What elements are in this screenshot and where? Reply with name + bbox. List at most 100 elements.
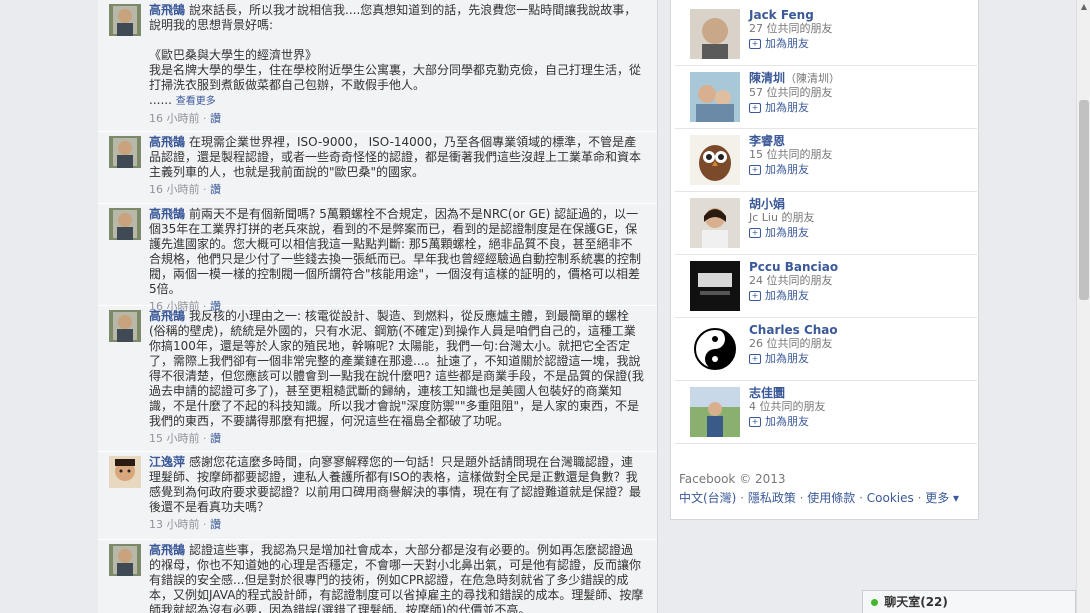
footer-links: 中文(台灣) · 隱私政策 · 使用條款 · Cookies · 更多 ▾: [679, 489, 974, 508]
mutual-friends[interactable]: 27 位共同的朋友: [749, 22, 974, 36]
add-friend-label: 加為朋友: [765, 37, 809, 50]
copyright: Facebook © 2013: [679, 472, 786, 486]
comment-time[interactable]: 16 小時前: [149, 183, 200, 196]
scrollbar-thumb[interactable]: [1079, 100, 1089, 300]
add-friend-button[interactable]: + 加為朋友: [749, 352, 974, 366]
add-friend-icon: +: [749, 291, 761, 301]
chat-label: 聊天室: [884, 595, 921, 609]
avatar[interactable]: [109, 310, 141, 342]
like-link[interactable]: 讚: [210, 112, 221, 125]
friend-name[interactable]: 志佳圜: [749, 386, 785, 400]
comment-text: 感謝您花這麼多時間，向寥寥解釋您的一句話！只是題外話請問現在台灣職認證，連理髮師…: [149, 455, 642, 514]
online-dot-icon: [871, 599, 878, 606]
comment-author[interactable]: 高飛鵠: [149, 207, 185, 221]
mutual-friends[interactable]: 24 位共同的朋友: [749, 274, 974, 288]
separator: ·: [855, 491, 867, 505]
friend-name[interactable]: Pccu Banciao: [749, 260, 838, 274]
privacy-link[interactable]: 隱私政策: [748, 491, 796, 505]
add-friend-icon: +: [749, 103, 761, 113]
avatar[interactable]: [109, 136, 141, 168]
add-friend-button[interactable]: + 加為朋友: [749, 226, 974, 240]
add-friend-label: 加為朋友: [765, 163, 809, 176]
like-link[interactable]: 讚: [210, 183, 221, 196]
friend-suggestion: 陳清圳（陳清圳） 57 位共同的朋友 + 加為朋友: [675, 67, 977, 129]
comment-feed: 高飛鵠 說來話長，所以我才說相信我....您真想知道到的話，先浪費您一點時間讓我說…: [98, 0, 658, 613]
comment-time[interactable]: 13 小時前: [149, 518, 200, 531]
add-friend-label: 加為朋友: [765, 415, 809, 428]
comment-author[interactable]: 江逸萍: [149, 455, 185, 469]
add-friend-label: 加為朋友: [765, 101, 809, 114]
friend-photo[interactable]: [690, 261, 740, 311]
add-friend-button[interactable]: + 加為朋友: [749, 415, 974, 429]
friend-name[interactable]: Jack Feng: [749, 8, 814, 22]
more-menu[interactable]: 更多 ▾: [925, 491, 959, 505]
like-link[interactable]: 讚: [210, 432, 221, 445]
friend-photo[interactable]: [690, 324, 740, 374]
avatar[interactable]: [109, 456, 141, 488]
scroll-up-icon[interactable]: ▲: [1077, 0, 1090, 14]
friend-photo[interactable]: [690, 198, 740, 248]
comment-time[interactable]: 16 小時前: [149, 112, 200, 125]
friend-name[interactable]: 陳清圳: [749, 71, 785, 85]
comment-author[interactable]: 高飛鵠: [149, 309, 185, 323]
friend-photo[interactable]: [690, 387, 740, 437]
friend-suggestion: 志佳圜 4 位共同的朋友 + 加為朋友: [675, 382, 977, 444]
friend-suggestion: Pccu Banciao 24 位共同的朋友 + 加為朋友: [675, 256, 977, 318]
avatar[interactable]: [109, 4, 141, 36]
comment: 高飛鵠 說來話長，所以我才說相信我....您真想知道到的話，先浪費您一點時間讓我說…: [98, 0, 657, 132]
add-friend-label: 加為朋友: [765, 226, 809, 239]
like-link[interactable]: 讚: [210, 518, 221, 531]
add-friend-icon: +: [749, 354, 761, 364]
friend-name[interactable]: 李睿恩: [749, 134, 785, 148]
add-friend-button[interactable]: + 加為朋友: [749, 289, 974, 303]
comment-author[interactable]: 高飛鵠: [149, 543, 185, 557]
separator: ·: [795, 491, 808, 505]
page-scrollbar[interactable]: ▲: [1076, 0, 1090, 613]
friend-suggestion: Charles Chao 26 位共同的朋友 + 加為朋友: [675, 319, 977, 381]
mutual-friends[interactable]: 57 位共同的朋友: [749, 86, 974, 100]
friend-name[interactable]: 胡小娟: [749, 197, 785, 211]
comment-author[interactable]: 高飛鵠: [149, 135, 185, 149]
comment-meta: 13 小時前 · 讚: [149, 518, 221, 531]
mutual-friends[interactable]: Jc Liu 的朋友: [749, 211, 974, 225]
see-more-link[interactable]: 查看更多: [176, 96, 216, 107]
comment-text: 我反核的小理由之一: 核電從設計、製造、到燃料，從反應爐主體，到最簡單的螺栓(俗…: [149, 309, 644, 428]
chat-count: (22): [920, 595, 948, 609]
comment: 江逸萍 感謝您花這麼多時間，向寥寥解釋您的一句話！只是題外話請問現在台灣職認證，連…: [98, 452, 657, 540]
friend-suggestion: 胡小娟 Jc Liu 的朋友 + 加為朋友: [675, 193, 977, 255]
comment-text: 說來話長，所以我才說相信我....您真想知道到的話，先浪費您一點時間讓我說故事，…: [149, 3, 642, 107]
comment: 高飛鵠 在現需企業世界裡，ISO-9000， ISO-14000，乃至各個專業領域…: [98, 132, 657, 204]
mutual-friends[interactable]: 26 位共同的朋友: [749, 337, 974, 351]
friend-suggestion: Jack Feng 27 位共同的朋友 + 加為朋友: [675, 4, 977, 66]
add-friend-button[interactable]: + 加為朋友: [749, 163, 974, 177]
add-friend-button[interactable]: + 加為朋友: [749, 37, 974, 51]
friend-photo[interactable]: [690, 72, 740, 122]
separator: ·: [913, 491, 926, 505]
add-friend-icon: +: [749, 39, 761, 49]
add-friend-icon: +: [749, 228, 761, 238]
comment-author[interactable]: 高飛鵠: [149, 3, 185, 17]
comment: 高飛鵠 前兩天不是有個新聞嗎? 5萬顆螺栓不合規定，因為不是NRC(or GE) …: [98, 204, 657, 313]
comment-text: 在現需企業世界裡，ISO-9000， ISO-14000，乃至各個專業領域的標準…: [149, 135, 642, 179]
comment: 高飛鵠 認證這些事，我認為只是增加社會成本，大部分都是沒有必要的。例如再怎麼認證過…: [98, 540, 657, 613]
add-friend-icon: +: [749, 417, 761, 427]
comment-meta: 16 小時前 · 讚: [149, 183, 221, 196]
mutual-friends[interactable]: 15 位共同的朋友: [749, 148, 974, 162]
language-link[interactable]: 中文(台灣): [679, 491, 736, 505]
comment-time[interactable]: 15 小時前: [149, 432, 200, 445]
avatar[interactable]: [109, 544, 141, 576]
add-friend-button[interactable]: + 加為朋友: [749, 101, 974, 115]
comment: 高飛鵠 我反核的小理由之一: 核電從設計、製造、到燃料，從反應爐主體，到最簡單的螺…: [98, 306, 657, 452]
friend-name[interactable]: Charles Chao: [749, 323, 838, 337]
avatar[interactable]: [109, 208, 141, 240]
separator: ·: [736, 491, 748, 505]
add-friend-icon: +: [749, 165, 761, 175]
friend-photo[interactable]: [690, 135, 740, 185]
cookies-link[interactable]: Cookies: [867, 491, 914, 505]
left-margin: [0, 0, 95, 613]
mutual-friends[interactable]: 4 位共同的朋友: [749, 400, 974, 414]
comment-meta: 15 小時前 · 讚: [149, 432, 221, 445]
terms-link[interactable]: 使用條款: [807, 491, 855, 505]
chat-bar[interactable]: 聊天室(22): [862, 590, 1076, 613]
friend-photo[interactable]: [690, 9, 740, 59]
